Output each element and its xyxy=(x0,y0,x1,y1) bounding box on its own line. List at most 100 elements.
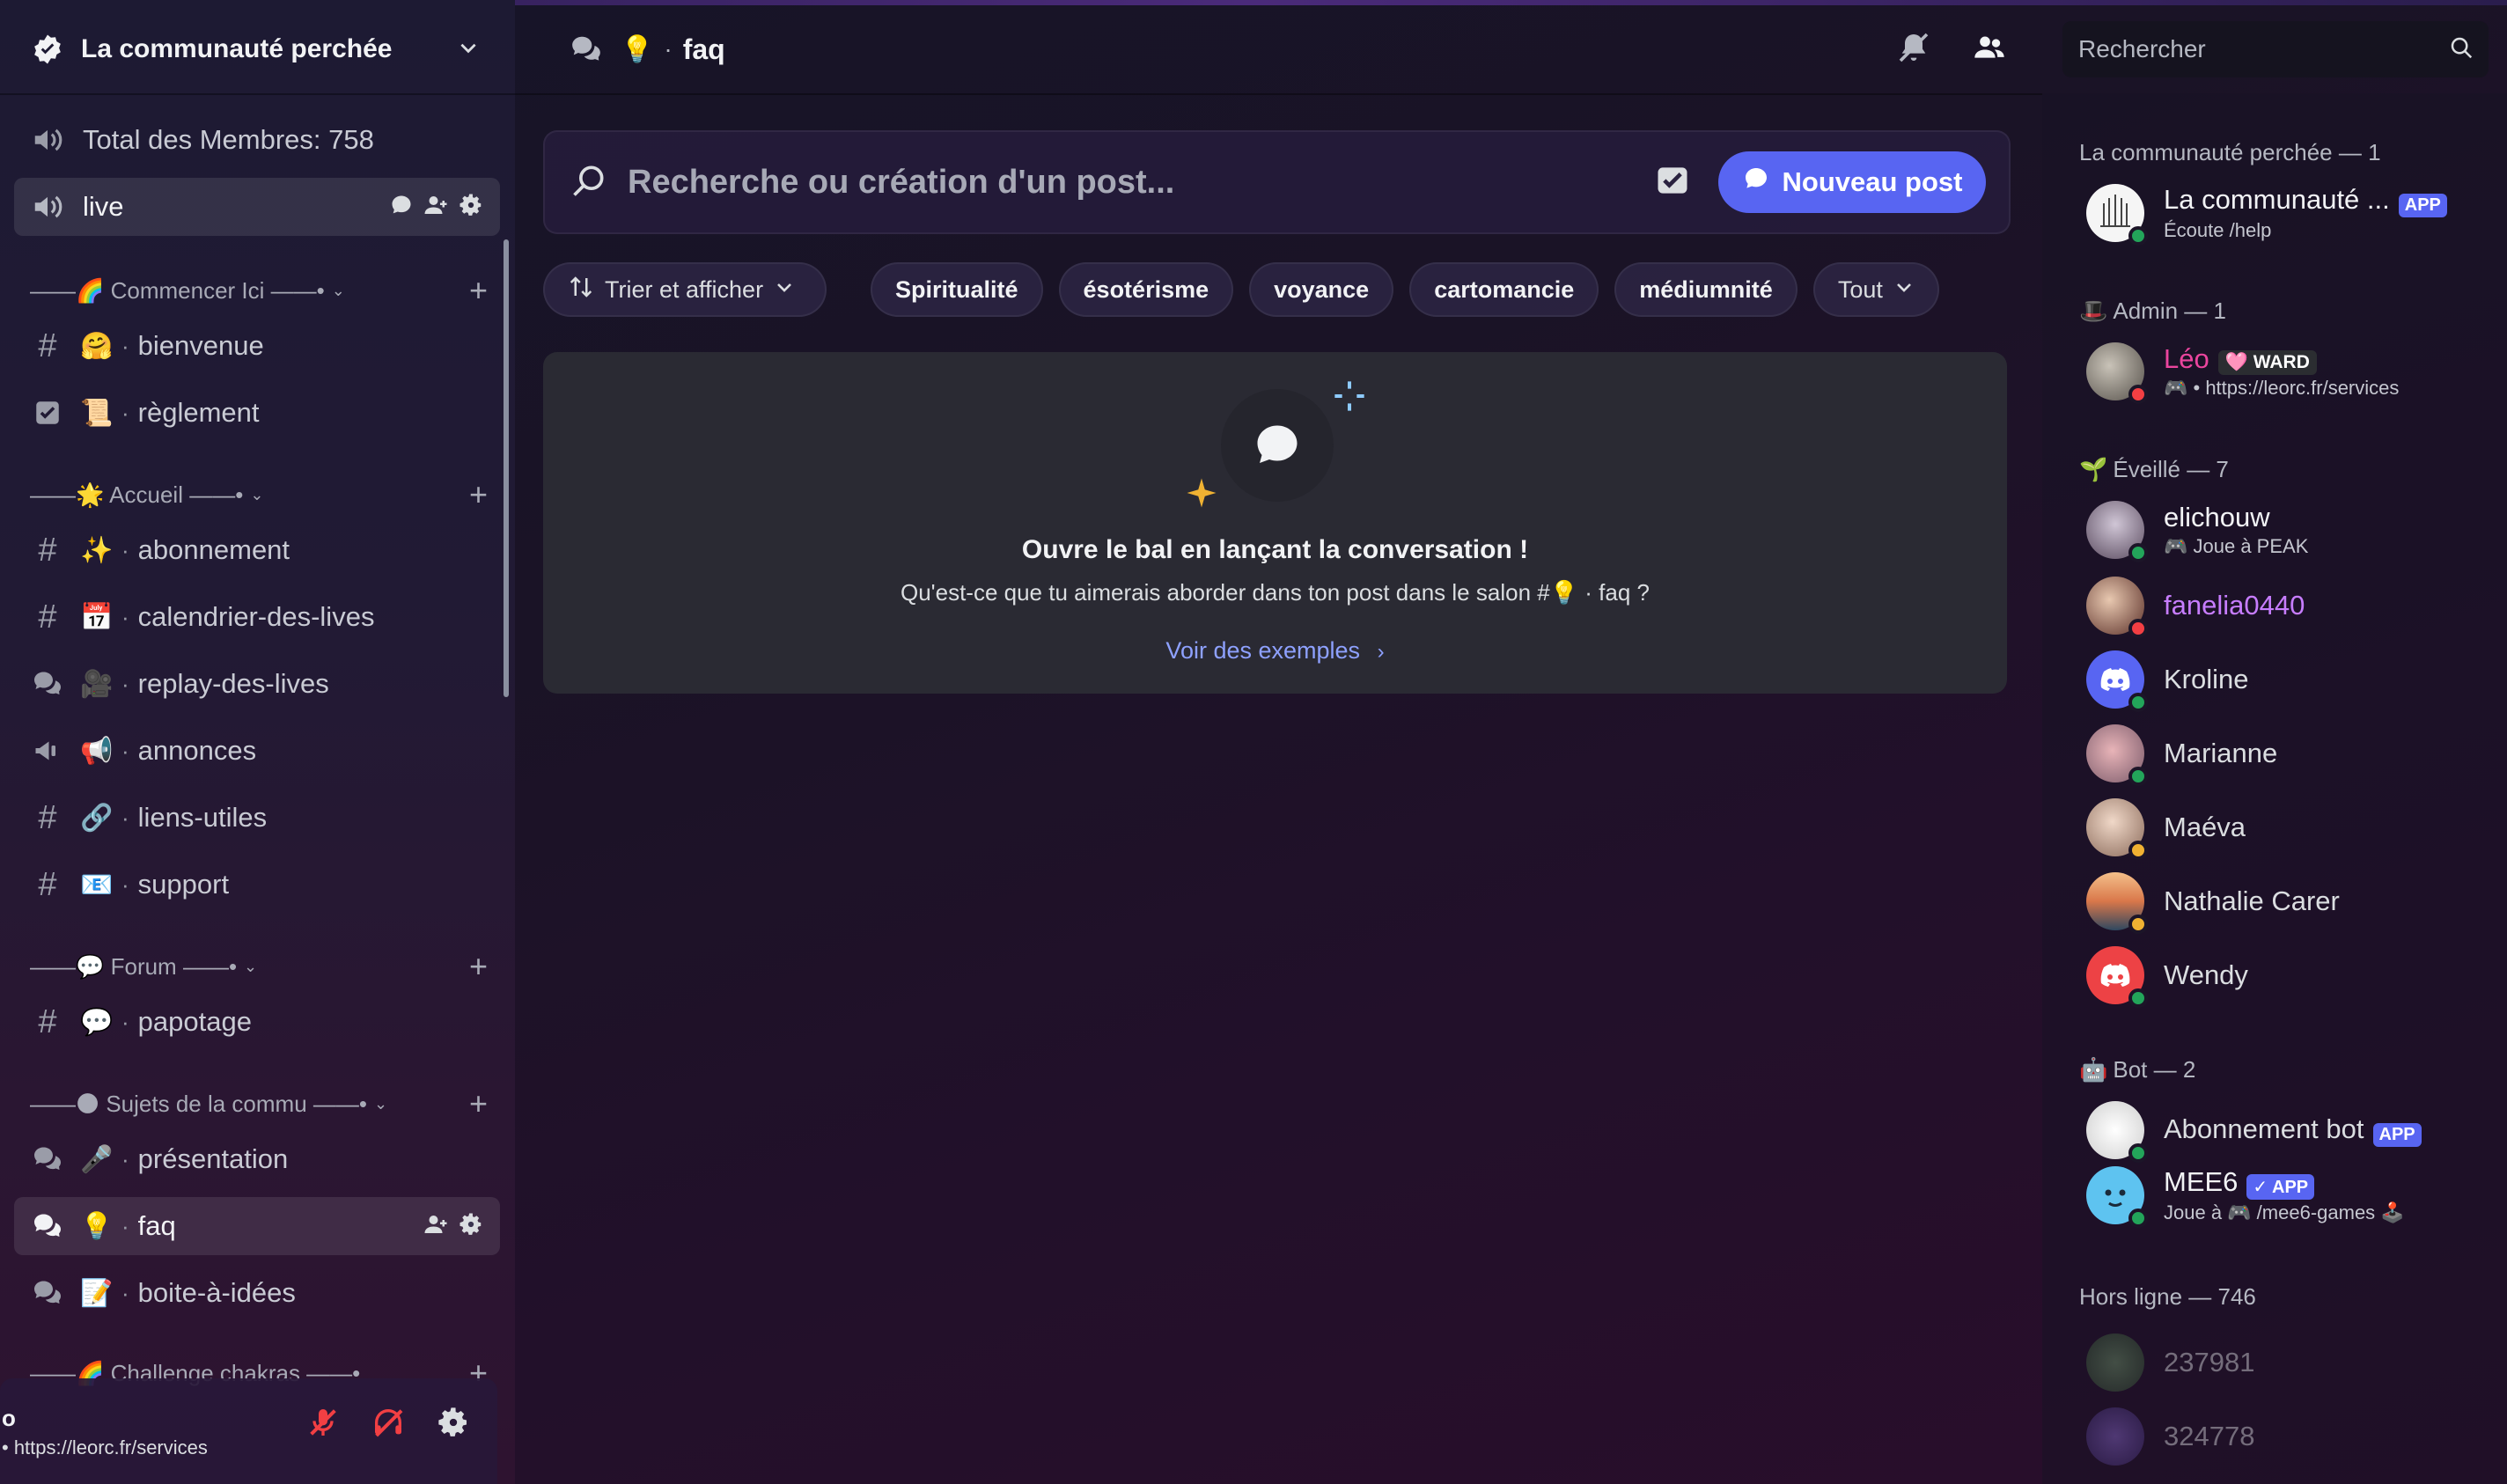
member-group-header: 🌱 Éveillé — 7 xyxy=(2079,456,2229,482)
status-online-indicator xyxy=(2128,988,2148,1008)
member-item[interactable]: Nathalie Carer xyxy=(2086,866,2340,937)
category-label: ——🌑 Sujets de la commu ——• xyxy=(30,1090,367,1117)
tag-mediumnite[interactable]: médiumnité xyxy=(1614,262,1798,317)
channel-replay-des-lives[interactable]: 🎥 · replay-des-lives xyxy=(14,655,500,713)
member-item-offline[interactable]: 324778 xyxy=(2086,1401,2254,1472)
add-channel-icon[interactable]: + xyxy=(469,1085,488,1122)
member-item[interactable]: Marianne xyxy=(2086,718,2277,789)
member-item[interactable]: Maéva xyxy=(2086,792,2246,863)
chat-bubble-icon xyxy=(1221,389,1334,502)
channel-label: papotage xyxy=(137,1006,252,1037)
sort-and-view-button[interactable]: Trier et afficher xyxy=(543,262,827,317)
member-item[interactable]: Wendy xyxy=(2086,940,2248,1010)
invite-member-icon[interactable] xyxy=(423,1211,449,1242)
forum-icon xyxy=(28,1207,67,1245)
rules-check-icon xyxy=(28,393,67,432)
member-name: Wendy xyxy=(2164,959,2248,990)
channel-papotage[interactable]: # 💬 · papotage xyxy=(14,993,500,1051)
channel-calendrier-des-lives[interactable]: # 📅 · calendrier-des-lives xyxy=(14,588,500,646)
channel-emoji: 🤗 xyxy=(80,331,114,361)
empty-subtitle: Qu'est-ce que tu aimerais aborder dans t… xyxy=(900,579,1651,606)
guild-tag-badge: 🩷 WARD xyxy=(2217,350,2317,375)
channel-liens-utiles[interactable]: # 🔗 · liens-utiles xyxy=(14,789,500,847)
member-item[interactable]: MEE6 ✓ APP Joue à 🎮 /mee6-games 🕹️ xyxy=(2086,1160,2405,1231)
add-channel-icon[interactable]: + xyxy=(469,476,488,513)
channel-abonnement[interactable]: # ✨ · abonnement xyxy=(14,521,500,579)
member-item[interactable]: elichouw 🎮 Joue à PEAK xyxy=(2086,495,2308,565)
channel-emoji: 📅 xyxy=(80,602,114,632)
server-header[interactable]: La communauté perchée xyxy=(0,5,515,95)
channel-emoji: 💡 xyxy=(80,1211,114,1241)
category-label: ——🌟 Accueil ——• xyxy=(30,481,244,508)
forum-icon xyxy=(28,665,67,703)
tag-label: médiumnité xyxy=(1639,275,1773,303)
channel-annonces[interactable]: 📢 · annonces xyxy=(14,722,500,780)
member-group-header: Hors ligne — 746 xyxy=(2079,1283,2256,1310)
member-activity: 🎮 Joue à PEAK xyxy=(2164,535,2309,557)
member-item[interactable]: Kroline xyxy=(2086,644,2249,715)
category-forum[interactable]: ——💬 Forum ——• ⌄ + xyxy=(30,948,488,985)
user-status: • https://leorc.fr/services xyxy=(2,1436,208,1458)
channel-label: faq xyxy=(137,1210,176,1241)
status-dnd-indicator xyxy=(2128,619,2148,638)
channel-sidebar: La communauté perchée Total des Membres:… xyxy=(0,0,515,1484)
member-item[interactable]: La communauté ... APP Écoute /help xyxy=(2086,178,2447,248)
member-group-header: La communauté perchée — 1 xyxy=(2079,139,2381,165)
category-sujets-de-la-commu[interactable]: ——🌑 Sujets de la commu ——• ⌄ + xyxy=(30,1085,488,1122)
mute-mic-icon[interactable] xyxy=(305,1405,341,1444)
chevron-down-icon[interactable] xyxy=(457,36,480,63)
tag-cartomancie[interactable]: cartomancie xyxy=(1409,262,1599,317)
chat-bubble-icon xyxy=(1742,165,1770,200)
sidebar-scrollbar[interactable] xyxy=(504,239,509,697)
invite-member-icon[interactable] xyxy=(423,192,449,223)
tag-all-dropdown[interactable]: Tout xyxy=(1812,262,1939,317)
channel-boite-a-idees[interactable]: 📝 · boite-à-idées xyxy=(14,1264,500,1322)
search-icon[interactable] xyxy=(2448,34,2474,65)
gear-badge-icon xyxy=(30,32,65,67)
channel-reglement[interactable]: 📜 · règlement xyxy=(14,384,500,442)
gear-icon[interactable] xyxy=(458,1211,484,1242)
see-examples-link[interactable]: Voir des exemples › xyxy=(543,637,2007,665)
deafen-headphones-icon[interactable] xyxy=(371,1405,406,1444)
post-search-bar[interactable]: Recherche ou création d'un post... Nouve… xyxy=(543,130,2011,234)
channel-presentation[interactable]: 🎤 · présentation xyxy=(14,1130,500,1188)
search-input[interactable]: Rechercher xyxy=(2078,35,2448,63)
channel-faq[interactable]: 💡 · faq xyxy=(14,1197,500,1255)
member-item-offline[interactable]: 237981 xyxy=(2086,1327,2254,1398)
filter-checkbox-icon[interactable] xyxy=(1653,161,1692,204)
add-channel-icon[interactable]: + xyxy=(469,948,488,985)
add-channel-icon[interactable]: + xyxy=(469,272,488,309)
channel-label: boite-à-idées xyxy=(137,1277,296,1308)
category-commencer-ici[interactable]: ——🌈 Commencer Ici ——• ⌄ + xyxy=(30,272,488,309)
member-item[interactable]: Abonnement bot APP xyxy=(2086,1095,2422,1165)
tag-spiritualite[interactable]: Spiritualité xyxy=(871,262,1043,317)
chat-bubble-icon[interactable] xyxy=(389,193,414,222)
header-search[interactable]: Rechercher xyxy=(2062,21,2489,77)
member-item[interactable]: Léo 🩷 WARD 🎮 • https://leorc.fr/services xyxy=(2086,336,2399,407)
channel-member-count[interactable]: Total des Membres: 758 xyxy=(14,111,500,169)
hashtag-icon: # xyxy=(38,327,57,364)
member-name: Abonnement bot xyxy=(2164,1113,2364,1145)
member-activity: Joue à 🎮 /mee6-games 🕹️ xyxy=(2164,1201,2405,1224)
channel-label: live xyxy=(83,191,124,222)
notification-bell-muted-icon[interactable] xyxy=(1896,30,1931,70)
search-icon xyxy=(570,161,608,204)
channel-support[interactable]: # 📧 · support xyxy=(14,856,500,914)
member-item[interactable]: fanelia0440 xyxy=(2086,570,2305,641)
gear-icon[interactable] xyxy=(458,192,484,223)
member-list-icon[interactable] xyxy=(1972,30,2007,70)
new-post-button[interactable]: Nouveau post xyxy=(1718,151,1986,213)
member-activity: Écoute /help xyxy=(2164,218,2272,241)
server-name: La communauté perchée xyxy=(81,34,393,63)
user-settings-gear-icon[interactable] xyxy=(436,1405,471,1444)
chevron-down-icon xyxy=(774,276,795,304)
tag-esoterisme[interactable]: ésotérisme xyxy=(1058,262,1234,317)
category-accueil[interactable]: ——🌟 Accueil ——• ⌄ + xyxy=(30,476,488,513)
tag-label: voyance xyxy=(1274,275,1370,303)
forum-icon xyxy=(570,33,608,66)
channel-live[interactable]: live xyxy=(14,178,500,236)
channel-bienvenue[interactable]: # 🤗 · bienvenue xyxy=(14,317,500,375)
tag-voyance[interactable]: voyance xyxy=(1249,262,1394,317)
post-search-input[interactable]: Recherche ou création d'un post... xyxy=(628,164,1653,202)
avatar xyxy=(2086,1166,2148,1228)
